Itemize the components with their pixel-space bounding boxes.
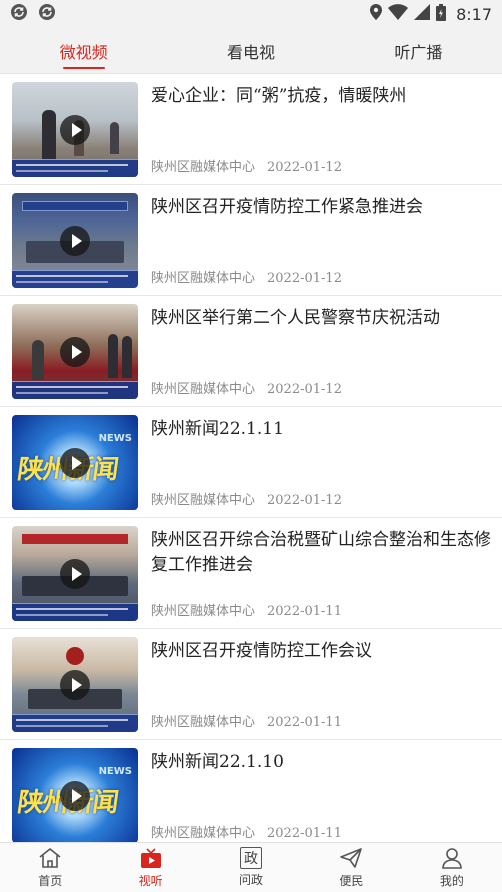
status-right: 8:17	[370, 3, 492, 25]
nav-label: 便民	[339, 874, 364, 888]
news-body: 陕州新闻22.1.11 陕州区融媒体中心 2022-01-12	[151, 415, 492, 509]
tab-listen-radio[interactable]: 听广播	[335, 28, 502, 73]
status-time: 8:17	[456, 4, 492, 24]
news-meta: 陕州区融媒体中心 2022-01-11	[151, 711, 492, 731]
nav-audiovisual[interactable]: 视听	[100, 843, 200, 892]
news-body: 陕州区举行第二个人民警察节庆祝活动 陕州区融媒体中心 2022-01-12	[151, 304, 492, 398]
list-item[interactable]: 陕州区召开疫情防控工作紧急推进会 陕州区融媒体中心 2022-01-12	[0, 185, 502, 296]
nav-label: 首页	[38, 874, 63, 888]
bottom-nav: 首页 视听 政 问政 便民 我的	[0, 842, 502, 892]
video-list[interactable]: 爱心企业：同“粥”抗疫，情暖陕州 陕州区融媒体中心 2022-01-12 陕州区召…	[0, 74, 502, 842]
list-item[interactable]: 陕州区召开综合治税暨矿山综合整治和生态修复工作推进会 陕州区融媒体中心 2022-…	[0, 518, 502, 629]
thumbnail-caption	[12, 159, 138, 177]
nav-convenience[interactable]: 便民	[301, 843, 401, 892]
video-thumbnail[interactable]: NEWS 陕州新闻	[12, 415, 138, 510]
news-meta: 陕州区融媒体中心 2022-01-11	[151, 600, 492, 620]
nav-label: 我的	[439, 874, 464, 888]
thumbnail-caption	[12, 270, 138, 288]
wifi-icon	[388, 4, 409, 24]
news-source: 陕州区融媒体中心	[151, 493, 256, 508]
list-item[interactable]: NEWS 陕州新闻 陕州新闻22.1.11 陕州区融媒体中心 2022-01-12	[0, 407, 502, 518]
battery-icon	[436, 3, 447, 25]
news-meta: 陕州区融媒体中心 2022-01-12	[151, 378, 492, 398]
tab-watch-tv[interactable]: 看电视	[167, 28, 334, 73]
news-date: 2022-01-11	[267, 604, 342, 619]
tab-micro-video[interactable]: 微视频	[0, 28, 167, 73]
list-item[interactable]: NEWS 陕州新闻 陕州新闻22.1.10 陕州区融媒体中心 2022-01-11	[0, 740, 502, 842]
news-logo-tag: NEWS	[98, 766, 132, 777]
video-thumbnail[interactable]	[12, 637, 138, 732]
news-source: 陕州区融媒体中心	[151, 715, 256, 730]
news-source: 陕州区融媒体中心	[151, 382, 256, 397]
video-thumbnail[interactable]	[12, 82, 138, 177]
news-meta: 陕州区融媒体中心 2022-01-12	[151, 156, 492, 176]
status-left	[10, 3, 56, 25]
video-thumbnail[interactable]: NEWS 陕州新闻	[12, 748, 138, 842]
video-thumbnail[interactable]	[12, 193, 138, 288]
tab-label: 看电视	[226, 42, 275, 62]
news-date: 2022-01-12	[267, 382, 342, 397]
play-icon[interactable]	[60, 114, 90, 145]
news-body: 陕州区召开综合治税暨矿山综合整治和生态修复工作推进会 陕州区融媒体中心 2022-…	[151, 526, 492, 620]
nav-home[interactable]: 首页	[0, 843, 100, 892]
send-icon	[339, 846, 363, 870]
nav-mine[interactable]: 我的	[402, 843, 502, 892]
tv-icon	[139, 846, 163, 870]
home-icon	[38, 846, 62, 870]
news-date: 2022-01-12	[267, 160, 342, 175]
news-title[interactable]: 陕州区召开疫情防控工作紧急推进会	[151, 193, 492, 220]
news-title[interactable]: 陕州区召开综合治税暨矿山综合整治和生态修复工作推进会	[151, 526, 492, 578]
nav-inquiry[interactable]: 政 问政	[201, 843, 301, 892]
news-date: 2022-01-11	[267, 826, 342, 841]
news-meta: 陕州区融媒体中心 2022-01-11	[151, 822, 492, 842]
news-body: 陕州区召开疫情防控工作会议 陕州区融媒体中心 2022-01-11	[151, 637, 492, 731]
thumbnail-caption	[12, 381, 138, 399]
play-icon[interactable]	[60, 336, 90, 367]
thumbnail-caption	[12, 603, 138, 621]
news-title[interactable]: 陕州新闻22.1.10	[151, 748, 492, 775]
top-tab-bar: 微视频 看电视 听广播	[0, 28, 502, 74]
list-item[interactable]: 陕州区召开疫情防控工作会议 陕州区融媒体中心 2022-01-11	[0, 629, 502, 740]
zheng-glyph: 政	[244, 851, 259, 867]
news-date: 2022-01-12	[267, 493, 342, 508]
news-source: 陕州区融媒体中心	[151, 271, 256, 286]
news-body: 爱心企业：同“粥”抗疫，情暖陕州 陕州区融媒体中心 2022-01-12	[151, 82, 492, 176]
tab-label: 微视频	[59, 42, 108, 62]
news-title[interactable]: 爱心企业：同“粥”抗疫，情暖陕州	[151, 82, 492, 109]
news-date: 2022-01-11	[267, 715, 342, 730]
news-body: 陕州新闻22.1.10 陕州区融媒体中心 2022-01-11	[151, 748, 492, 842]
news-source: 陕州区融媒体中心	[151, 160, 256, 175]
tab-label: 听广播	[394, 42, 443, 62]
news-meta: 陕州区融媒体中心 2022-01-12	[151, 489, 492, 509]
list-item[interactable]: 陕州区举行第二个人民警察节庆祝活动 陕州区融媒体中心 2022-01-12	[0, 296, 502, 407]
news-title[interactable]: 陕州新闻22.1.11	[151, 415, 492, 442]
thumbnail-caption	[12, 714, 138, 732]
video-thumbnail[interactable]	[12, 526, 138, 621]
play-icon[interactable]	[60, 669, 90, 700]
news-title[interactable]: 陕州区召开疫情防控工作会议	[151, 637, 492, 664]
sync-icon	[38, 3, 56, 25]
play-icon[interactable]	[60, 558, 90, 589]
news-logo-tag: NEWS	[98, 433, 132, 444]
news-date: 2022-01-12	[267, 271, 342, 286]
zheng-icon: 政	[240, 847, 263, 869]
list-item[interactable]: 爱心企业：同“粥”抗疫，情暖陕州 陕州区融媒体中心 2022-01-12	[0, 74, 502, 185]
play-icon[interactable]	[60, 780, 90, 811]
user-icon	[440, 846, 464, 870]
news-source: 陕州区融媒体中心	[151, 604, 256, 619]
location-icon	[370, 4, 383, 24]
nav-label: 问政	[239, 873, 264, 887]
news-body: 陕州区召开疫情防控工作紧急推进会 陕州区融媒体中心 2022-01-12	[151, 193, 492, 287]
news-meta: 陕州区融媒体中心 2022-01-12	[151, 267, 492, 287]
signal-icon	[414, 4, 431, 24]
nav-label: 视听	[138, 874, 163, 888]
status-bar: 8:17	[0, 0, 502, 28]
play-icon[interactable]	[60, 447, 90, 478]
news-title[interactable]: 陕州区举行第二个人民警察节庆祝活动	[151, 304, 492, 331]
play-icon[interactable]	[60, 225, 90, 256]
sync-icon	[10, 3, 28, 25]
news-source: 陕州区融媒体中心	[151, 826, 256, 841]
video-thumbnail[interactable]	[12, 304, 138, 399]
